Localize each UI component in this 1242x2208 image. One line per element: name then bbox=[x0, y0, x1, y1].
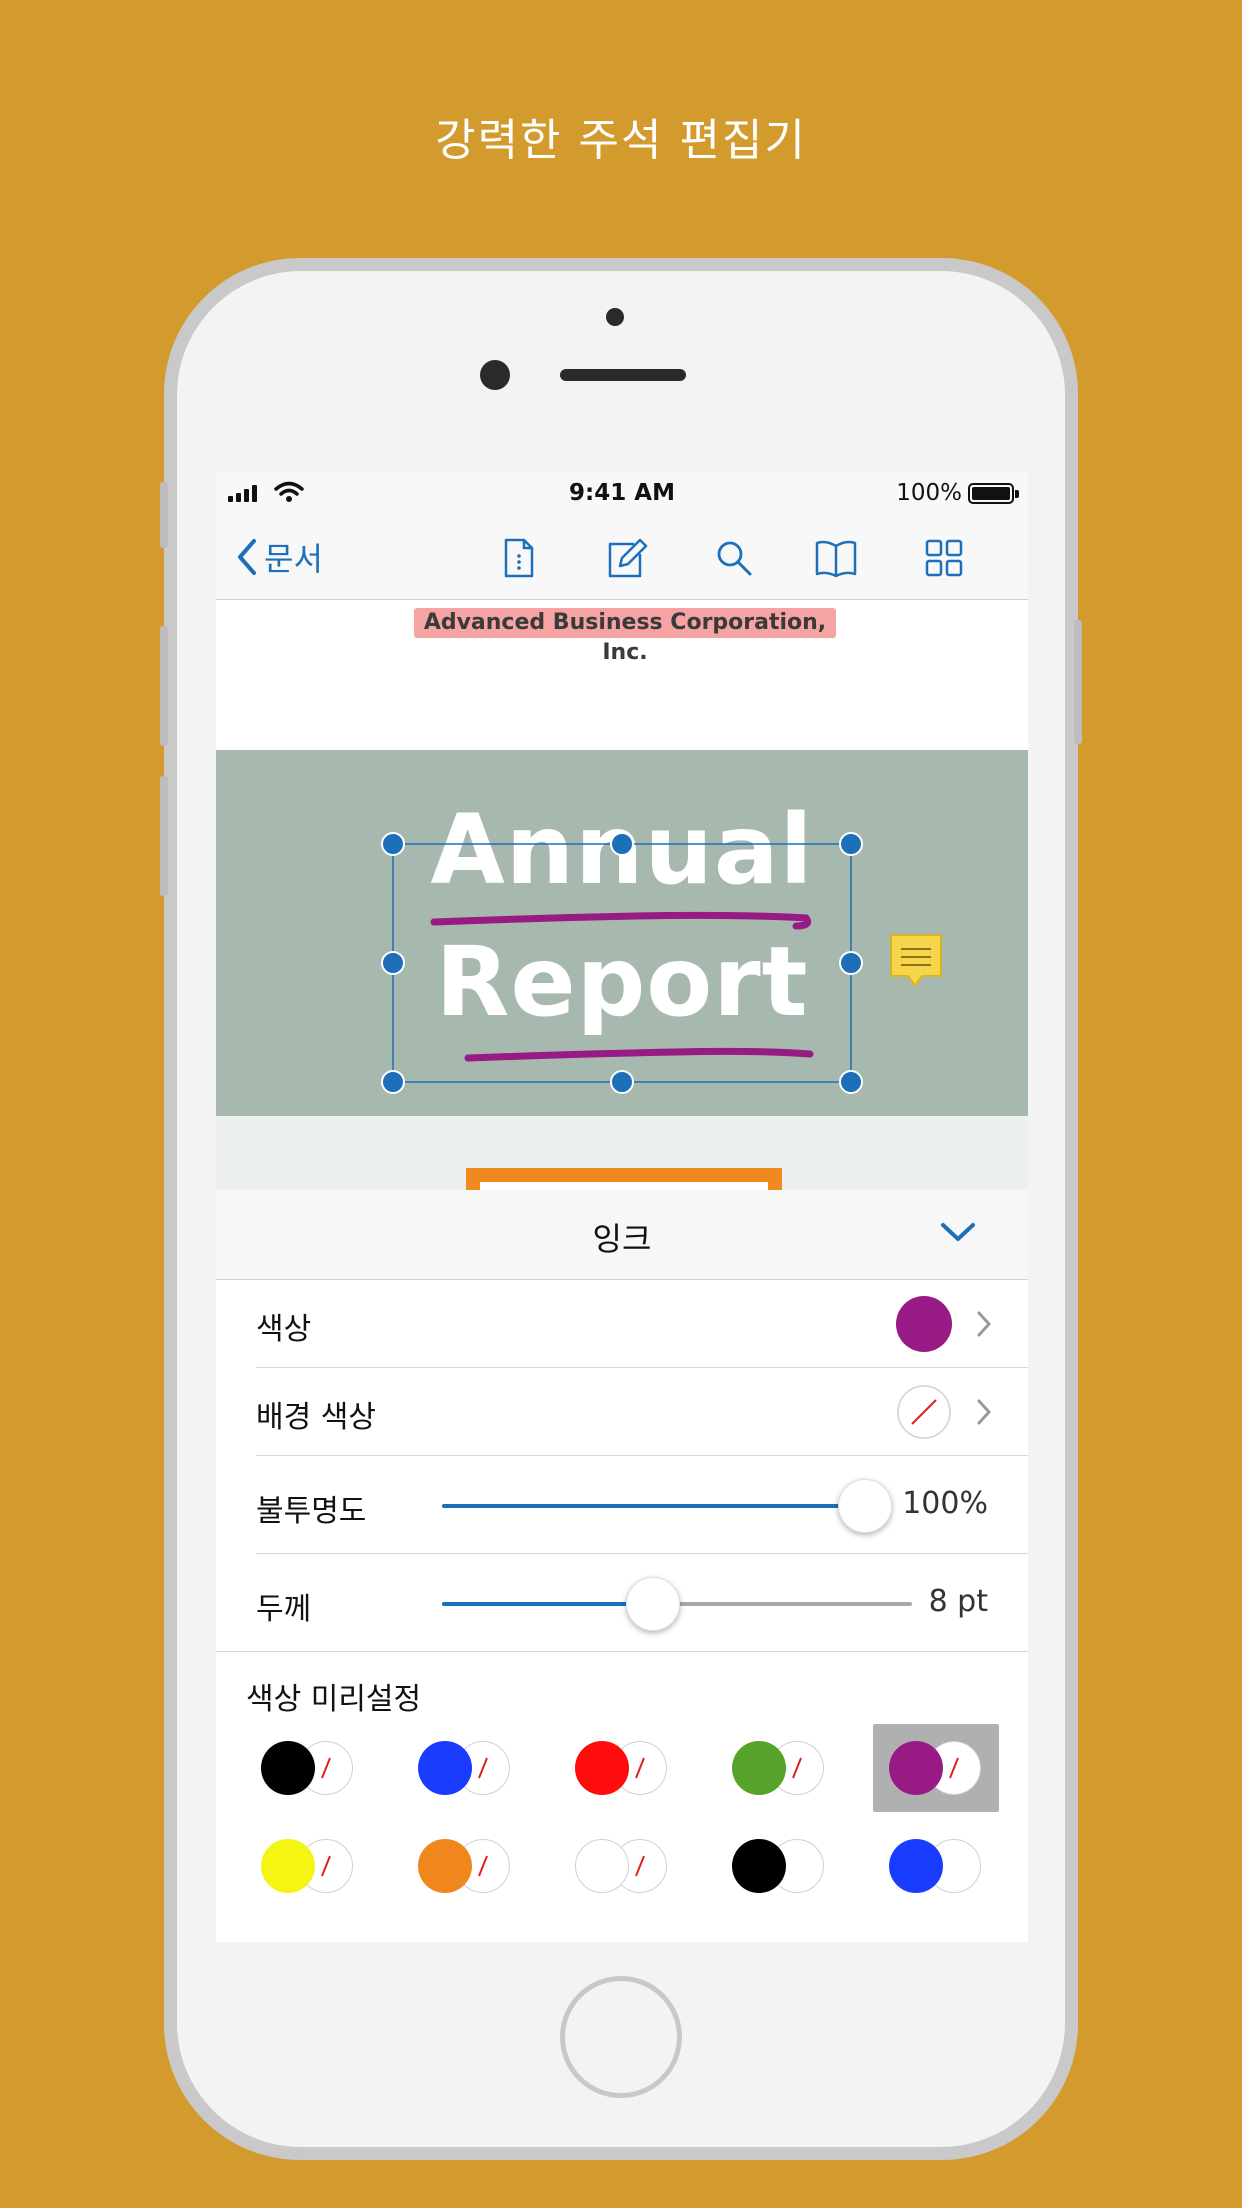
search-icon[interactable] bbox=[712, 536, 756, 580]
thickness-value: 8 pt bbox=[928, 1584, 988, 1619]
battery-percent: 100% bbox=[896, 480, 962, 506]
color-presets-label: 색상 미리설정 bbox=[246, 1682, 422, 1717]
document-info-icon[interactable] bbox=[496, 536, 540, 580]
earpiece-speaker bbox=[560, 369, 686, 381]
opacity-value: 100% bbox=[902, 1486, 988, 1521]
selection-box bbox=[392, 843, 852, 1083]
color-preset[interactable] bbox=[732, 1836, 828, 1896]
thumbnails-grid-icon[interactable] bbox=[922, 536, 966, 580]
color-label: 색상 bbox=[256, 1312, 312, 1347]
opacity-label: 불투명도 bbox=[256, 1494, 367, 1529]
back-label: 문서 bbox=[264, 540, 323, 578]
sticky-note-icon[interactable] bbox=[888, 932, 944, 992]
current-color-swatch[interactable] bbox=[896, 1296, 952, 1352]
background-color-row[interactable]: 배경 색상 bbox=[216, 1368, 1028, 1456]
proximity-sensor bbox=[606, 308, 624, 326]
bookmarks-icon[interactable] bbox=[814, 536, 858, 580]
panel-title: 잉크 bbox=[592, 1220, 652, 1258]
thickness-label: 두께 bbox=[256, 1592, 312, 1627]
color-preset[interactable] bbox=[889, 1836, 985, 1896]
status-bar: 9:41 AM 100% bbox=[216, 472, 1028, 516]
color-preset[interactable] bbox=[575, 1738, 671, 1798]
phone-volume-up bbox=[160, 626, 168, 746]
panel-header: 잉크 bbox=[216, 1190, 1028, 1280]
opacity-slider-thumb[interactable] bbox=[838, 1479, 892, 1533]
handle-top-center bbox=[610, 832, 634, 856]
app-screen: 9:41 AM 100% 문서 Advanced Business Corpor… bbox=[216, 472, 1028, 1942]
color-preset[interactable] bbox=[418, 1836, 514, 1896]
chevron-down-icon[interactable] bbox=[938, 1216, 978, 1246]
thickness-slider-thumb[interactable] bbox=[626, 1577, 680, 1631]
battery-icon bbox=[968, 483, 1014, 504]
phone-mute-switch bbox=[160, 482, 168, 548]
color-preset[interactable] bbox=[261, 1836, 357, 1896]
front-camera bbox=[480, 360, 510, 390]
headline: 강력한 주석 편집기 bbox=[435, 115, 807, 166]
navigation-bar: 문서 bbox=[216, 516, 1028, 600]
ink-stroke-2 bbox=[464, 1047, 814, 1062]
color-preset[interactable] bbox=[261, 1738, 357, 1798]
ink-stroke-1 bbox=[430, 911, 812, 930]
color-row[interactable]: 색상 bbox=[216, 1280, 1028, 1368]
color-preset[interactable] bbox=[575, 1836, 671, 1896]
ink-inspector-panel: 잉크 색상 배경 색상 불투명도 100% 두께 8 pt 색상 미리설정 bbox=[216, 1190, 1028, 1942]
handle-bottom-right bbox=[839, 1070, 863, 1094]
phone-volume-down bbox=[160, 776, 168, 896]
thickness-slider-fill bbox=[442, 1602, 652, 1606]
thickness-row: 두께 8 pt bbox=[216, 1554, 1028, 1652]
opacity-row: 불투명도 100% bbox=[216, 1456, 1028, 1554]
handle-middle-right bbox=[839, 951, 863, 975]
opacity-slider-track[interactable] bbox=[442, 1504, 864, 1508]
color-preset[interactable] bbox=[889, 1738, 985, 1798]
background-color-label: 배경 색상 bbox=[256, 1400, 376, 1435]
color-preset[interactable] bbox=[732, 1738, 828, 1798]
edit-annotations-icon[interactable] bbox=[604, 536, 648, 580]
phone-power-button bbox=[1074, 620, 1082, 744]
chevron-right-icon bbox=[977, 1399, 992, 1425]
handle-bottom-left bbox=[381, 1070, 405, 1094]
chevron-right-icon bbox=[977, 1311, 992, 1337]
handle-top-right bbox=[839, 832, 863, 856]
chevron-left-icon bbox=[238, 539, 256, 575]
color-preset[interactable] bbox=[418, 1738, 514, 1798]
handle-top-left bbox=[381, 832, 405, 856]
handle-bottom-center bbox=[610, 1070, 634, 1094]
handle-middle-left bbox=[381, 951, 405, 975]
home-button[interactable] bbox=[560, 1976, 682, 2098]
no-color-swatch[interactable] bbox=[896, 1384, 952, 1440]
back-button[interactable]: 문서 bbox=[236, 534, 323, 580]
